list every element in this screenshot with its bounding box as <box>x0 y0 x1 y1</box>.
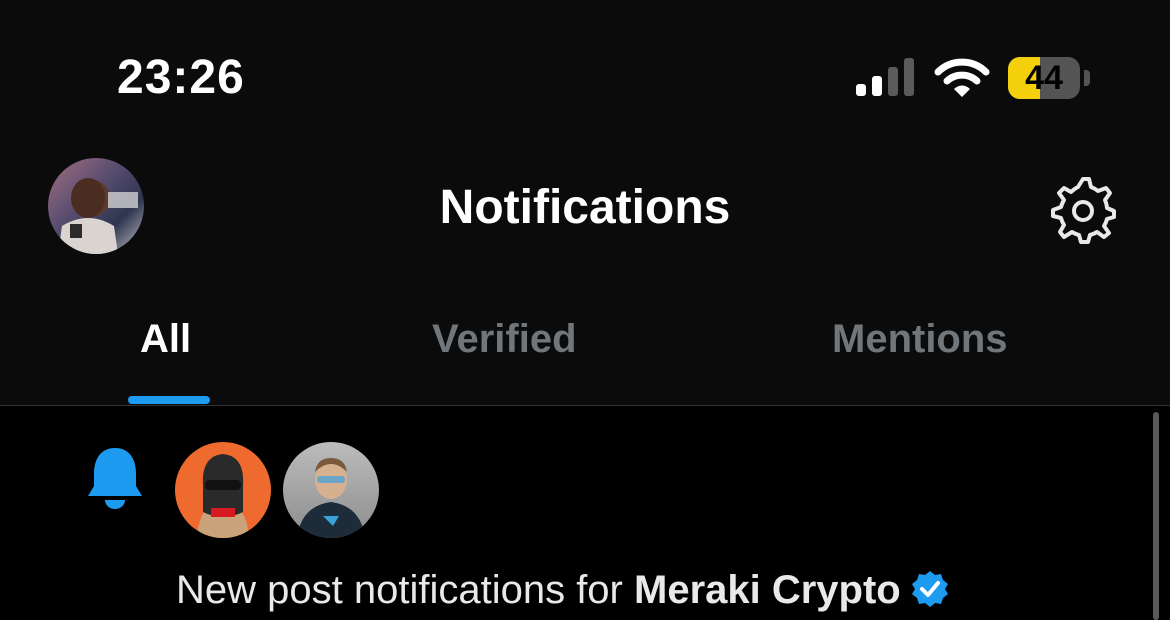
wifi-icon <box>934 58 990 97</box>
page-title: Notifications <box>439 181 731 234</box>
battery-cap <box>1084 70 1090 86</box>
status-time: 23:26 <box>117 51 245 104</box>
notification-text[interactable]: New post notifications for Meraki Crypto <box>176 565 949 615</box>
cellular-signal-icon <box>856 58 914 96</box>
tab-verified[interactable]: Verified <box>432 313 577 365</box>
person-avatar <box>297 458 365 538</box>
gear-icon[interactable] <box>1048 175 1118 245</box>
notification-prefix: New post notifications for <box>176 568 634 612</box>
notification-avatar-1[interactable] <box>175 442 271 538</box>
notification-avatar-2[interactable] <box>283 442 379 538</box>
account-name[interactable]: Meraki Crypto <box>634 568 901 612</box>
battery-level: 44 <box>1025 59 1063 97</box>
tab-mentions[interactable]: Mentions <box>832 313 1008 365</box>
active-tab-indicator <box>128 396 210 404</box>
header-divider <box>0 405 1170 406</box>
tab-all[interactable]: All <box>140 313 191 365</box>
hooded-figure-avatar <box>197 454 249 538</box>
scrollbar[interactable] <box>1153 412 1159 620</box>
verified-badge-icon <box>911 571 948 607</box>
bell-icon <box>88 448 142 509</box>
battery-indicator: 44 <box>1008 57 1080 99</box>
